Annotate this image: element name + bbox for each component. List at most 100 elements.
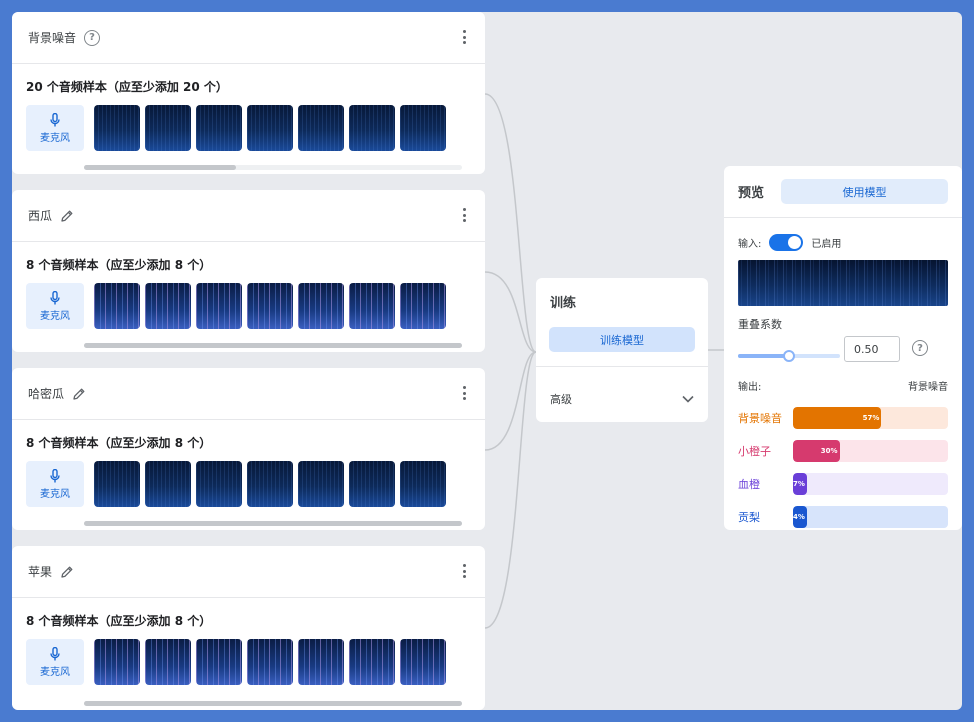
help-icon[interactable]: ? [84,29,101,46]
audio-sample-thumbnail[interactable] [247,639,293,685]
microphone-label: 麦克风 [40,666,70,678]
sample-thumbnails [94,461,446,507]
confidence-bar-fill: 57% [793,407,882,429]
output-row: 贡梨 4% [738,506,948,528]
audio-sample-thumbnail[interactable] [349,639,395,685]
class-card-apple: 苹果 8 个音频样本（应至少添加 8 个） 麦克风 [12,546,485,710]
more-options-icon[interactable] [461,560,467,582]
audio-sample-thumbnail[interactable] [247,461,293,507]
samples-row: 麦克风 [26,639,485,685]
audio-sample-thumbnail[interactable] [145,283,191,329]
audio-sample-thumbnail[interactable] [196,461,242,507]
audio-sample-thumbnail[interactable] [298,105,344,151]
overlap-slider[interactable] [738,350,840,362]
output-class-name: 小橙子 [738,445,771,458]
class-name[interactable]: 哈密瓜 [28,385,64,402]
sample-thumbnails [94,639,446,685]
audio-sample-thumbnail[interactable] [145,461,191,507]
scrollbar-thumb[interactable] [84,343,462,348]
class-card-body: 8 个音频样本（应至少添加 8 个） 麦克风 [12,242,485,329]
sample-thumbnails [94,105,446,151]
horizontal-scrollbar[interactable] [84,165,462,170]
sample-thumbnails [94,283,446,329]
microphone-button[interactable]: 麦克风 [26,283,84,329]
audio-sample-thumbnail[interactable] [400,283,446,329]
microphone-button[interactable]: 麦克风 [26,105,84,151]
class-card-body: 8 个音频样本（应至少添加 8 个） 麦克风 [12,420,485,507]
class-name[interactable]: 背景噪音 [28,29,76,46]
audio-sample-thumbnail[interactable] [400,105,446,151]
class-name[interactable]: 西瓜 [28,207,52,224]
audio-sample-thumbnail[interactable] [94,105,140,151]
audio-sample-thumbnail[interactable] [349,283,395,329]
confidence-bar: 7% [793,473,948,495]
horizontal-scrollbar[interactable] [84,521,462,526]
sample-count: 8 个音频样本（应至少添加 8 个） [26,614,212,628]
confidence-bar-fill: 4% [793,506,807,528]
audio-sample-thumbnail[interactable] [400,639,446,685]
class-card-body: 20 个音频样本（应至少添加 20 个） 麦克风 [12,64,485,151]
divider [536,366,708,367]
confidence-bar: 30% [793,440,948,462]
advanced-label: 高级 [550,393,572,406]
microphone-icon [50,112,60,126]
live-spectrogram [738,260,948,306]
output-row: 血橙 7% [738,473,948,495]
audio-sample-thumbnail[interactable] [349,105,395,151]
edit-icon[interactable] [60,565,74,579]
samples-row: 麦克风 [26,105,485,151]
more-options-icon[interactable] [461,204,467,226]
input-toggle[interactable] [769,234,804,251]
audio-sample-thumbnail[interactable] [94,639,140,685]
scrollbar-thumb[interactable] [84,521,462,526]
horizontal-scrollbar[interactable] [84,343,462,348]
class-card-background-noise: 背景噪音 ? 20 个音频样本（应至少添加 20 个） 麦克风 [12,12,485,174]
class-card-header: 哈密瓜 [12,368,485,420]
audio-sample-thumbnail[interactable] [349,461,395,507]
audio-sample-thumbnail[interactable] [145,639,191,685]
microphone-button[interactable]: 麦克风 [26,639,84,685]
output-class-name: 贡梨 [738,511,760,524]
overlap-input[interactable]: 0.50 [844,336,900,362]
audio-sample-thumbnail[interactable] [298,283,344,329]
output-class-name: 背景噪音 [738,412,782,425]
training-card: 训练 训练模型 高级 [536,278,708,422]
class-card-body: 8 个音频样本（应至少添加 8 个） 麦克风 [12,598,485,685]
audio-sample-thumbnail[interactable] [298,639,344,685]
help-icon[interactable]: ? [912,340,928,356]
microphone-button[interactable]: 麦克风 [26,461,84,507]
edit-icon[interactable] [60,209,74,223]
overlap-slider-fill [738,354,789,358]
output-label: 输出: [738,382,762,393]
sample-count: 8 个音频样本（应至少添加 8 个） [26,258,212,272]
edit-icon[interactable] [72,387,86,401]
preview-title: 预览 [738,186,765,201]
overlap-label: 重叠系数 [738,318,782,331]
confidence-bar: 57% [793,407,948,429]
audio-sample-thumbnail[interactable] [400,461,446,507]
audio-sample-thumbnail[interactable] [247,105,293,151]
audio-sample-thumbnail[interactable] [94,461,140,507]
scrollbar-thumb[interactable] [84,701,462,706]
preview-card: 预览 使用模型 输入: 已启用 重叠系数 0.50 ? 输出: 背景噪音 背景噪… [724,166,962,530]
output-top-class: 背景噪音 [908,382,948,393]
horizontal-scrollbar[interactable] [84,701,462,706]
audio-sample-thumbnail[interactable] [145,105,191,151]
input-status: 已启用 [811,239,842,250]
use-model-button[interactable]: 使用模型 [780,179,948,204]
output-row: 背景噪音 57% [738,407,948,429]
audio-sample-thumbnail[interactable] [298,461,344,507]
audio-sample-thumbnail[interactable] [196,283,242,329]
more-options-icon[interactable] [461,26,467,48]
audio-sample-thumbnail[interactable] [247,283,293,329]
advanced-toggle[interactable]: 高级 [550,391,694,407]
audio-sample-thumbnail[interactable] [94,283,140,329]
class-name[interactable]: 苹果 [28,563,52,580]
overlap-slider-handle[interactable] [783,350,795,362]
audio-sample-thumbnail[interactable] [196,105,242,151]
more-options-icon[interactable] [461,382,467,404]
scrollbar-thumb[interactable] [84,165,236,170]
audio-sample-thumbnail[interactable] [196,639,242,685]
microphone-label: 麦克风 [40,310,70,322]
train-model-button[interactable]: 训练模型 [549,327,695,352]
